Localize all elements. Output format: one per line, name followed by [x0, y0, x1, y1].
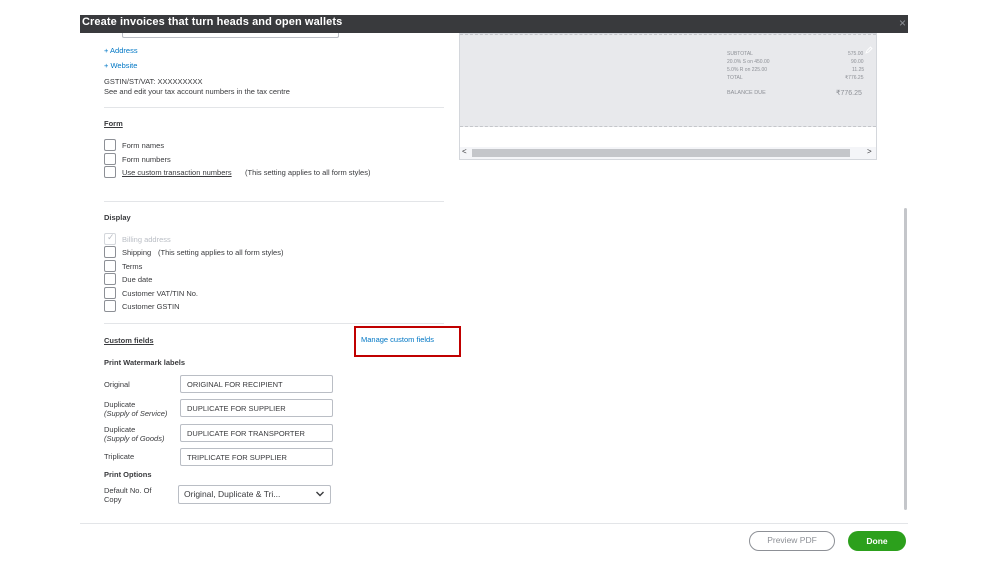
default-copy-label: Default No. Of: [104, 486, 152, 495]
form-numbers-label: Form numbers: [122, 155, 171, 164]
add-address-link[interactable]: + Address: [104, 46, 138, 55]
highlight-box: [354, 326, 461, 357]
tax-id-text: GSTIN/ST/VAT: XXXXXXXXX: [104, 77, 203, 86]
form-names-label: Form names: [122, 141, 165, 150]
form-names-checkbox[interactable]: [104, 139, 116, 151]
preview-balance-label: BALANCE DUE: [727, 90, 766, 96]
preview-tax1-value: 90.00: [851, 59, 864, 65]
customer-gstin-checkbox[interactable]: [104, 300, 116, 312]
preview-subtotal-label: SUBTOTAL: [727, 51, 753, 57]
print-options-heading: Print Options: [104, 470, 152, 479]
tax-hint-text: See and edit your tax account numbers in…: [104, 87, 290, 96]
watermark-original-input[interactable]: ORIGINAL FOR RECIPIENT: [180, 375, 333, 393]
invoice-preview: SUBTOTAL 575.00 20.0% S on 450.00 90.00 …: [459, 33, 877, 160]
preview-tax1-label: 20.0% S on 450.00: [727, 59, 770, 65]
done-button[interactable]: Done: [848, 531, 906, 551]
customer-vat-checkbox[interactable]: [104, 287, 116, 299]
terms-checkbox[interactable]: [104, 260, 116, 272]
form-numbers-checkbox[interactable]: [104, 153, 116, 165]
due-date-label: Due date: [122, 275, 153, 284]
watermark-duplicate-service-sub: (Supply of Service): [104, 409, 168, 418]
shipping-checkbox[interactable]: [104, 246, 116, 258]
watermark-duplicate-goods-sub: (Supply of Goods): [104, 434, 165, 443]
watermark-original-label: Original: [104, 380, 130, 389]
preview-pdf-button[interactable]: Preview PDF: [749, 531, 835, 551]
billing-address-checkbox: ✓: [104, 232, 116, 245]
preview-total-value: ₹776.25: [845, 75, 864, 81]
custom-transaction-numbers-label: Use custom transaction numbers: [122, 168, 232, 177]
add-website-link[interactable]: + Website: [104, 61, 137, 70]
watermark-heading: Print Watermark labels: [104, 358, 186, 367]
checkmark-icon: ✓: [107, 232, 115, 242]
watermark-duplicate-goods-input[interactable]: DUPLICATE FOR TRANSPORTER: [180, 424, 333, 442]
divider: [104, 107, 444, 108]
watermark-duplicate-goods-label: Duplicate: [104, 425, 136, 434]
company-field-partial[interactable]: [122, 33, 339, 38]
terms-label: Terms: [122, 262, 143, 271]
form-section-heading: Form: [104, 119, 123, 128]
preview-balance-value: ₹776.25: [836, 90, 862, 97]
dialog-title: Create invoices that turn heads and open…: [82, 16, 343, 28]
watermark-duplicate-service-input[interactable]: DUPLICATE FOR SUPPLIER: [180, 399, 333, 417]
scroll-right-icon[interactable]: >: [867, 147, 872, 156]
preview-tax2-label: 5.0% R on 225.00: [727, 67, 768, 73]
edit-pencil-icon[interactable]: [865, 46, 873, 54]
due-date-checkbox[interactable]: [104, 273, 116, 285]
watermark-triplicate-input[interactable]: TRIPLICATE FOR SUPPLIER: [180, 448, 333, 466]
default-copy-value: Original, Duplicate & Tri...: [184, 489, 281, 499]
default-copy-select[interactable]: Original, Duplicate & Tri...: [178, 485, 331, 504]
chevron-down-icon: [316, 491, 324, 497]
watermark-duplicate-service-label: Duplicate: [104, 400, 136, 409]
footer-divider: [80, 523, 908, 524]
scroll-left-icon[interactable]: <: [462, 147, 467, 156]
watermark-triplicate-label: Triplicate: [104, 452, 135, 461]
customer-gstin-label: Customer GSTIN: [122, 302, 180, 311]
display-section-heading: Display: [104, 213, 131, 222]
dialog-vertical-scrollbar[interactable]: [904, 208, 907, 510]
customer-vat-label: Customer VAT/TIN No.: [122, 289, 198, 298]
preview-horizontal-scrollbar[interactable]: < >: [460, 147, 876, 159]
divider: [104, 201, 444, 202]
shipping-note: (This setting applies to all form styles…: [158, 248, 284, 257]
shipping-label: Shipping: [122, 248, 152, 257]
invoice-preview-paper: SUBTOTAL 575.00 20.0% S on 450.00 90.00 …: [460, 34, 876, 127]
custom-transaction-numbers-checkbox[interactable]: [104, 166, 116, 178]
preview-tax2-value: 11.25: [852, 67, 865, 73]
billing-address-label: Billing address: [122, 235, 171, 244]
preview-subtotal-value: 575.00: [848, 51, 864, 57]
preview-total-label: TOTAL: [727, 75, 743, 81]
custom-transaction-numbers-note: (This setting applies to all form styles…: [245, 168, 371, 177]
close-icon[interactable]: ×: [899, 16, 906, 30]
default-copy-label-line2: Copy: [104, 495, 122, 504]
scrollbar-thumb[interactable]: [472, 149, 850, 157]
custom-fields-heading: Custom fields: [104, 336, 154, 345]
divider: [104, 323, 444, 324]
dialog-titlebar: Create invoices that turn heads and open…: [80, 15, 908, 33]
